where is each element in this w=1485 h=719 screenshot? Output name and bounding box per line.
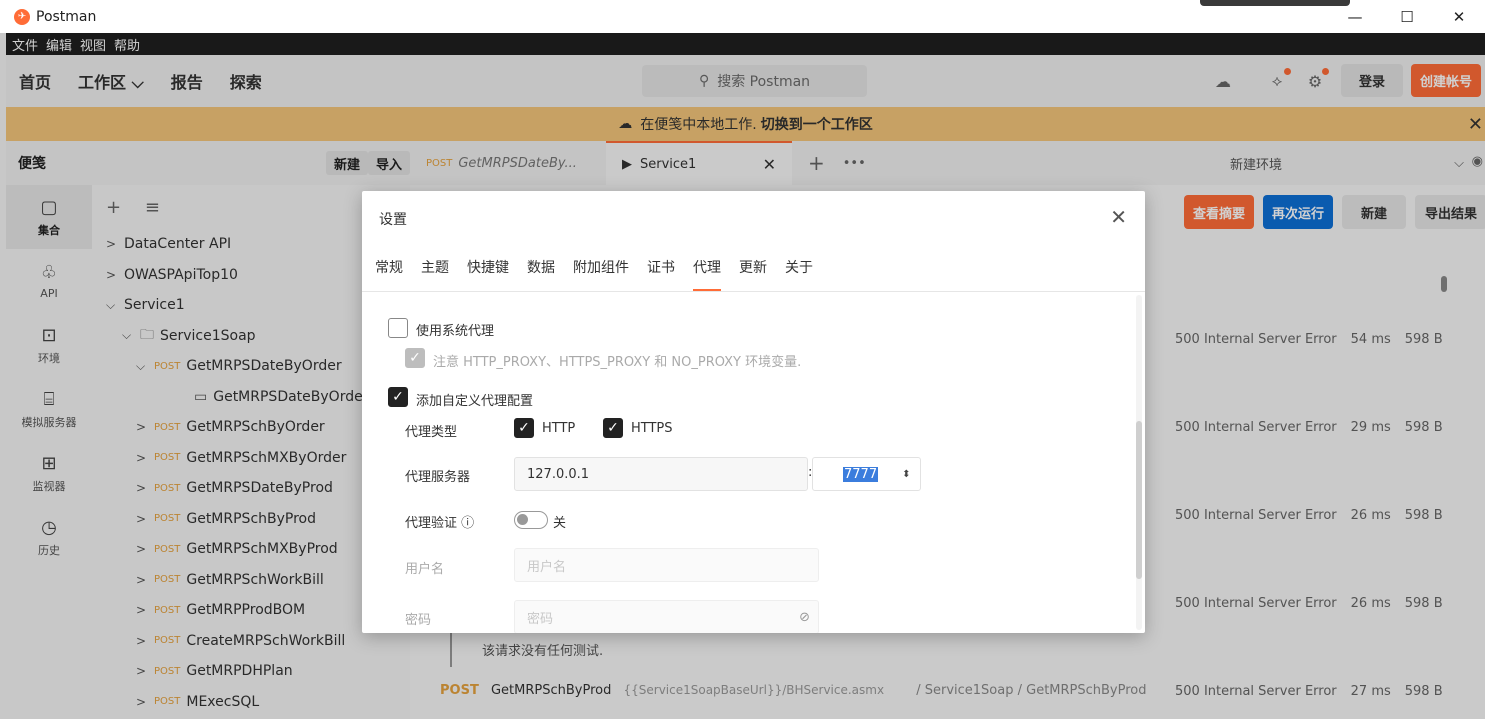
- settings-tabs: 常规 主题 快捷键 数据 附加组件 证书 代理 更新 关于: [375, 257, 831, 291]
- proxy-server-label: 代理服务器: [405, 470, 471, 485]
- use-system-proxy-checkbox[interactable]: [388, 318, 408, 338]
- minimize-button[interactable]: —: [1329, 0, 1381, 33]
- custom-proxy-label: 添加自定义代理配置: [416, 394, 534, 409]
- env-proxy-note: 注意 HTTP_PROXY、HTTPS_PROXY 和 NO_PROXY 环境变…: [433, 355, 802, 370]
- username-input[interactable]: 用户名: [514, 548, 819, 582]
- proxy-auth-label: 代理验证 ⓘ: [405, 516, 475, 531]
- proxy-port-input[interactable]: 7777 ⬍: [812, 457, 921, 491]
- modal-title: 设置: [379, 212, 407, 228]
- tab-proxy[interactable]: 代理: [693, 257, 721, 291]
- tab-update[interactable]: 更新: [739, 257, 767, 291]
- settings-modal: 设置 ✕ 常规 主题 快捷键 数据 附加组件 证书 代理 更新 关于 使用系统代…: [362, 191, 1145, 633]
- title-bar: ✈ Postman — ☐ ✕: [0, 0, 1485, 33]
- proxy-host-input[interactable]: 127.0.0.1: [514, 457, 808, 491]
- tab-shortcuts[interactable]: 快捷键: [467, 257, 509, 291]
- proxy-type-label: 代理类型: [405, 425, 458, 440]
- http-label: HTTP: [542, 421, 576, 436]
- tab-general[interactable]: 常规: [375, 257, 403, 291]
- username-label: 用户名: [405, 562, 445, 577]
- maximize-button[interactable]: ☐: [1381, 0, 1433, 33]
- http-checkbox[interactable]: ✓: [514, 418, 534, 438]
- proxy-auth-state: 关: [553, 516, 567, 531]
- password-label: 密码: [405, 613, 432, 628]
- overlay-strip: [1200, 0, 1350, 6]
- https-checkbox[interactable]: ✓: [603, 418, 623, 438]
- tab-addons[interactable]: 附加组件: [573, 257, 629, 291]
- tab-data[interactable]: 数据: [527, 257, 555, 291]
- postman-logo-icon: ✈: [14, 8, 30, 25]
- env-proxy-checkbox: ✓: [405, 348, 425, 368]
- tabs-divider: [362, 291, 1145, 292]
- eye-hidden-icon[interactable]: ⊘: [799, 610, 810, 625]
- modal-scrollbar[interactable]: [1136, 421, 1142, 579]
- tab-themes[interactable]: 主题: [421, 257, 449, 291]
- custom-proxy-checkbox[interactable]: ✓: [388, 387, 408, 407]
- tab-certificates[interactable]: 证书: [647, 257, 675, 291]
- tab-about[interactable]: 关于: [785, 257, 813, 291]
- use-system-proxy-label: 使用系统代理: [416, 324, 495, 339]
- https-label: HTTPS: [631, 421, 673, 436]
- window-title: Postman: [36, 8, 97, 25]
- close-icon[interactable]: ✕: [1110, 205, 1127, 229]
- close-window-button[interactable]: ✕: [1433, 0, 1485, 33]
- proxy-auth-toggle[interactable]: [514, 511, 548, 529]
- stepper-icon[interactable]: ⬍: [902, 469, 910, 480]
- password-input[interactable]: 密码 ⊘: [514, 600, 819, 633]
